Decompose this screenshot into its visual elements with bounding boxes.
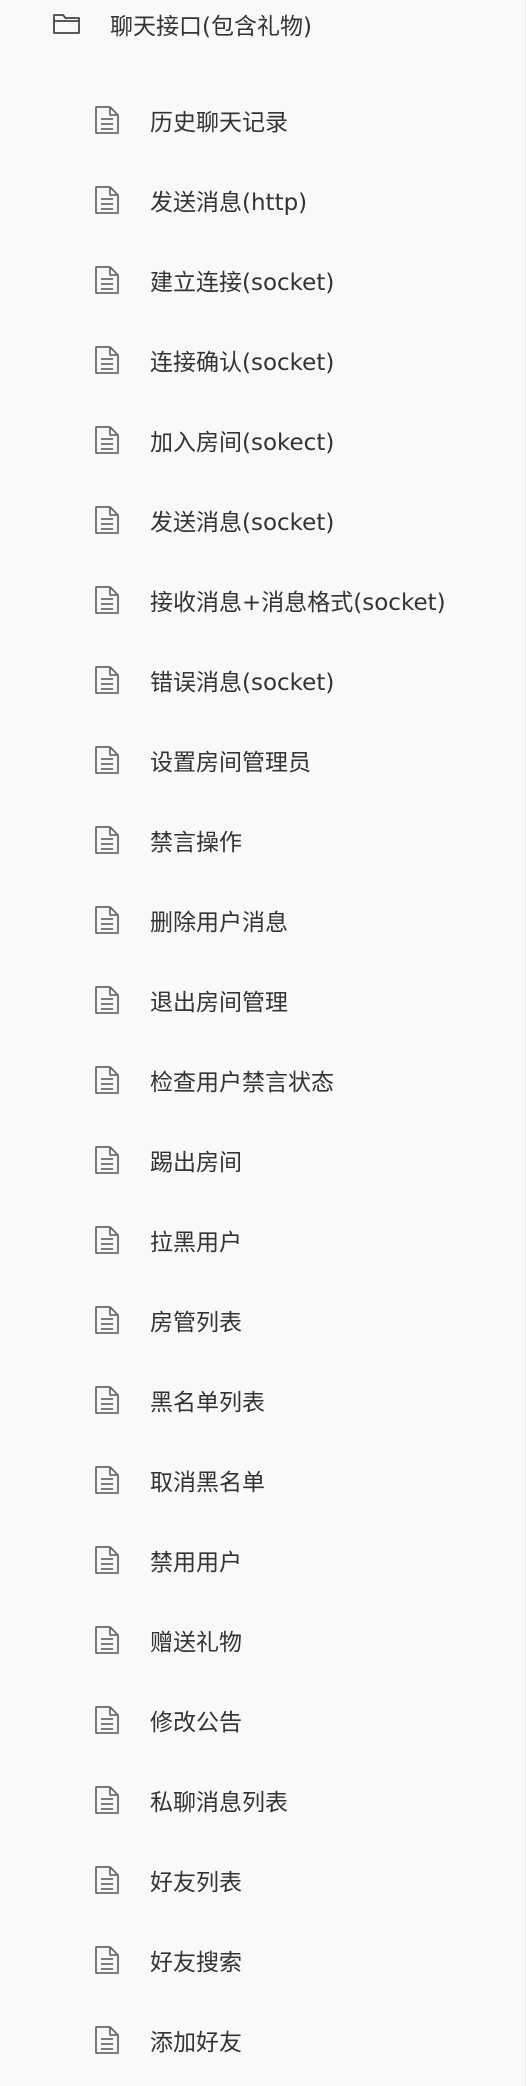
- list-item[interactable]: 好友搜索: [0, 1920, 525, 2000]
- list-item[interactable]: 踢出房间: [0, 1120, 525, 1200]
- folder-label: 聊天接口(包含礼物): [110, 14, 312, 40]
- list-item-label: 加入房间(sokect): [150, 430, 335, 456]
- list-item-label: 私聊消息列表: [150, 1790, 288, 1816]
- document-icon: [94, 1705, 120, 1735]
- document-icon: [94, 1065, 120, 1095]
- document-icon: [94, 105, 120, 135]
- document-icon: [94, 425, 120, 455]
- list-item-label: 删除用户消息: [150, 910, 288, 936]
- list-item[interactable]: 私聊消息列表: [0, 1760, 525, 1840]
- document-icon: [94, 1465, 120, 1495]
- list-item-label: 好友列表: [150, 1870, 242, 1896]
- list-item[interactable]: 拉黑用户: [0, 1200, 525, 1280]
- document-icon: [94, 1385, 120, 1415]
- list-item-label: 赠送礼物: [150, 1630, 242, 1656]
- document-icon: [94, 665, 120, 695]
- list-item-label: 设置房间管理员: [150, 750, 311, 776]
- document-icon: [94, 1225, 120, 1255]
- list-item[interactable]: 好友列表: [0, 1840, 525, 1920]
- list-item[interactable]: 赠送礼物: [0, 1600, 525, 1680]
- list-item[interactable]: 禁言操作: [0, 800, 525, 880]
- document-icon: [94, 2025, 120, 2055]
- list-item[interactable]: 检查用户禁言状态: [0, 1040, 525, 1120]
- document-icon: [94, 1305, 120, 1335]
- list-item-label: 踢出房间: [150, 1150, 242, 1176]
- list-item[interactable]: 设置房间管理员: [0, 720, 525, 800]
- list-item[interactable]: 删除用户消息: [0, 880, 525, 960]
- list-item-label: 建立连接(socket): [150, 270, 335, 296]
- document-icon: [94, 1945, 120, 1975]
- list-item[interactable]: 加入房间(sokect): [0, 400, 525, 480]
- document-icon: [94, 185, 120, 215]
- document-icon: [94, 905, 120, 935]
- list-item-label: 检查用户禁言状态: [150, 1070, 334, 1096]
- list-item[interactable]: 取消黑名单: [0, 1440, 525, 1520]
- folder-open-icon: [52, 12, 82, 36]
- list-item[interactable]: 退出房间管理: [0, 960, 525, 1040]
- list-item[interactable]: 连接确认(socket): [0, 320, 525, 400]
- list-item[interactable]: 禁用用户: [0, 1520, 525, 1600]
- list-item[interactable]: 历史聊天记录: [0, 80, 525, 160]
- list-item-label: 拉黑用户: [150, 1230, 242, 1256]
- list-item[interactable]: 错误消息(socket): [0, 640, 525, 720]
- list-item-label: 发送消息(socket): [150, 510, 335, 536]
- document-icon: [94, 745, 120, 775]
- list-item-label: 取消黑名单: [150, 1470, 265, 1496]
- list-item-label: 接收消息+消息格式(socket): [150, 590, 446, 616]
- document-icon: [94, 1865, 120, 1895]
- document-icon: [94, 825, 120, 855]
- document-icon: [94, 265, 120, 295]
- document-icon: [94, 1145, 120, 1175]
- document-icon: [94, 345, 120, 375]
- list-item[interactable]: 发送消息(http): [0, 160, 525, 240]
- document-icon: [94, 1785, 120, 1815]
- list-item[interactable]: 修改公告: [0, 1680, 525, 1760]
- list-item-label: 连接确认(socket): [150, 350, 335, 376]
- document-list: 历史聊天记录 发送消息(http) 建立连接(socket) 连接确认(socket)…: [0, 80, 525, 2080]
- list-item-label: 禁言操作: [150, 830, 242, 856]
- list-item-label: 历史聊天记录: [150, 110, 288, 136]
- list-item-label: 黑名单列表: [150, 1390, 265, 1416]
- list-item[interactable]: 黑名单列表: [0, 1360, 525, 1440]
- list-item[interactable]: 房管列表: [0, 1280, 525, 1360]
- sidebar-tree: 聊天接口(包含礼物) 历史聊天记录 发送消息(http) 建立连接(socket) 连…: [0, 0, 526, 2086]
- list-item-label: 禁用用户: [150, 1550, 242, 1576]
- list-item-label: 退出房间管理: [150, 990, 288, 1016]
- folder-chat-api[interactable]: 聊天接口(包含礼物): [0, 0, 525, 48]
- document-icon: [94, 1545, 120, 1575]
- document-icon: [94, 585, 120, 615]
- document-icon: [94, 1625, 120, 1655]
- list-item-label: 修改公告: [150, 1710, 242, 1736]
- list-item-label: 好友搜索: [150, 1950, 242, 1976]
- list-item-label: 房管列表: [150, 1310, 242, 1336]
- list-item[interactable]: 建立连接(socket): [0, 240, 525, 320]
- list-item[interactable]: 添加好友: [0, 2000, 525, 2080]
- list-item-label: 添加好友: [150, 2030, 242, 2056]
- list-item[interactable]: 接收消息+消息格式(socket): [0, 560, 525, 640]
- list-item-label: 发送消息(http): [150, 190, 308, 216]
- list-item-label: 错误消息(socket): [150, 670, 335, 696]
- document-icon: [94, 985, 120, 1015]
- document-icon: [94, 505, 120, 535]
- list-item[interactable]: 发送消息(socket): [0, 480, 525, 560]
